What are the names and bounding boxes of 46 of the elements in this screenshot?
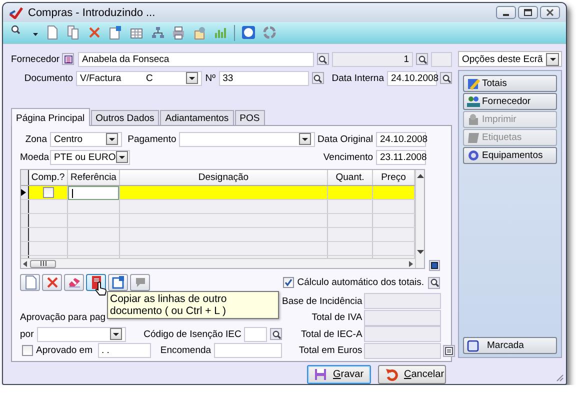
field-label: Total de IVA	[312, 312, 362, 324]
checkbox-label: Aprovado em	[36, 345, 93, 356]
column-header[interactable]: Referência	[68, 170, 120, 185]
currency-combo[interactable]: PTE ou EURO	[50, 150, 130, 164]
options-combo[interactable]: Opções deste Ecrã	[458, 51, 562, 67]
field-label: Fornecedor	[11, 54, 59, 64]
field-label: Total de IEC-A	[301, 328, 362, 340]
tab[interactable]: Adiantamentos	[160, 110, 234, 125]
field-label: Moeda	[20, 152, 47, 162]
field-label: Nº	[205, 72, 216, 84]
option-button[interactable]: Equipamentos	[463, 147, 557, 164]
tab[interactable]: POS	[234, 110, 265, 125]
date-field[interactable]: . .	[98, 343, 152, 358]
column-header[interactable]: Quant.	[328, 170, 373, 185]
column-header[interactable]: Comp.?	[29, 170, 68, 185]
field-label: Código de Isenção IEC	[144, 328, 242, 340]
tab[interactable]: Outros Dados	[90, 110, 160, 125]
window-title: Compras - Introduzindo ...	[28, 6, 156, 18]
option-button[interactable]: Fornecedor	[463, 93, 557, 110]
field-label: Base de Incidência	[282, 296, 362, 307]
field-label: Documento	[23, 72, 73, 84]
field-label: Vencimento	[323, 152, 373, 162]
marked-button[interactable]: Marcada	[463, 337, 557, 354]
field-label: Zona	[24, 134, 47, 144]
field-label: Total em Euros	[298, 345, 362, 356]
number-field[interactable]: 33	[218, 70, 309, 86]
field-label: Pagamento	[128, 134, 176, 144]
tab[interactable]: Página Principal	[11, 108, 90, 126]
column-header[interactable]: Designação	[120, 170, 328, 185]
checkbox-label: Cálculo automático dos totais.	[297, 277, 424, 288]
date-field[interactable]: 24.10.2008	[387, 70, 437, 86]
option-button[interactable]: Totais	[463, 75, 557, 92]
field-label: Aprovação para pag	[20, 312, 106, 323]
date-field[interactable]: 24.10.2008	[376, 132, 426, 146]
number-field[interactable]: 1	[332, 52, 414, 66]
save-button[interactable]: Gravar	[307, 365, 371, 384]
document-combo[interactable]: V/Factura C	[76, 70, 202, 86]
date-field[interactable]: 23.11.2008	[376, 150, 426, 164]
field-label: Data Interna	[332, 72, 384, 84]
cancel-button[interactable]: Cancelar	[378, 365, 446, 384]
field-label: Encomenda	[160, 345, 212, 356]
tooltip: Copiar as linhas de outro documento ( ou Ctrl + L )	[107, 291, 279, 319]
zone-combo[interactable]: Centro	[50, 132, 122, 146]
supplier-field[interactable]: Anabela da Fonseca	[78, 52, 314, 66]
field-label: por	[20, 328, 34, 340]
field-label: Data Original	[318, 134, 373, 144]
